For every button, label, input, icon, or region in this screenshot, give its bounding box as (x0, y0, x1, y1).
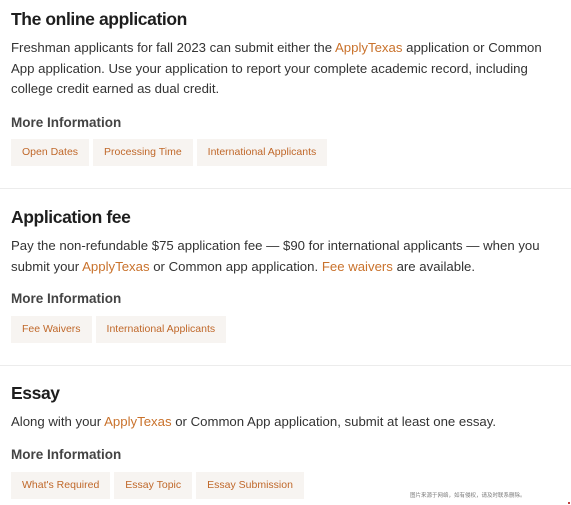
image-source-watermark: 图片来源于网络，如有侵权，请及时联系删除。 (410, 493, 526, 499)
processing-time-link[interactable]: Processing Time (93, 139, 193, 166)
decorative-dot (568, 502, 570, 504)
applytexas-link[interactable]: ApplyTexas (82, 259, 149, 274)
more-information-links: What's Required Essay Topic Essay Submis… (11, 472, 304, 499)
section-description: Freshman applicants for fall 2023 can su… (11, 40, 542, 96)
section-title: The online application (11, 9, 187, 29)
open-dates-link[interactable]: Open Dates (11, 139, 90, 166)
fee-waivers-link[interactable]: Fee Waivers (11, 316, 92, 343)
more-information-links: Fee Waivers International Applicants (11, 316, 227, 343)
fee-waivers-inline-link[interactable]: Fee waivers (322, 259, 393, 274)
international-applicants-link[interactable]: International Applicants (95, 316, 227, 343)
applytexas-link[interactable]: ApplyTexas (335, 40, 402, 55)
section-description: Pay the non-refundable $75 application f… (11, 238, 540, 274)
section-description: Along with your ApplyTexas or Common App… (11, 414, 497, 429)
more-information-heading: More Information (11, 447, 122, 462)
applytexas-link[interactable]: ApplyTexas (104, 414, 171, 429)
section-title: Application fee (11, 207, 131, 227)
more-information-heading: More Information (11, 291, 122, 306)
essay-topic-link[interactable]: Essay Topic (114, 472, 193, 499)
more-information-links: Open Dates Processing Time International… (11, 139, 328, 166)
section-essay: Essay Along with your ApplyTexas or Comm… (0, 366, 571, 505)
more-information-heading: More Information (11, 115, 122, 130)
section-application-fee: Application fee Pay the non-refundable $… (0, 189, 571, 365)
section-online-application: The online application Freshman applican… (0, 0, 571, 188)
international-applicants-link[interactable]: International Applicants (196, 139, 328, 166)
essay-submission-link[interactable]: Essay Submission (196, 472, 304, 499)
whats-required-link[interactable]: What's Required (11, 472, 111, 499)
section-title: Essay (11, 383, 60, 403)
